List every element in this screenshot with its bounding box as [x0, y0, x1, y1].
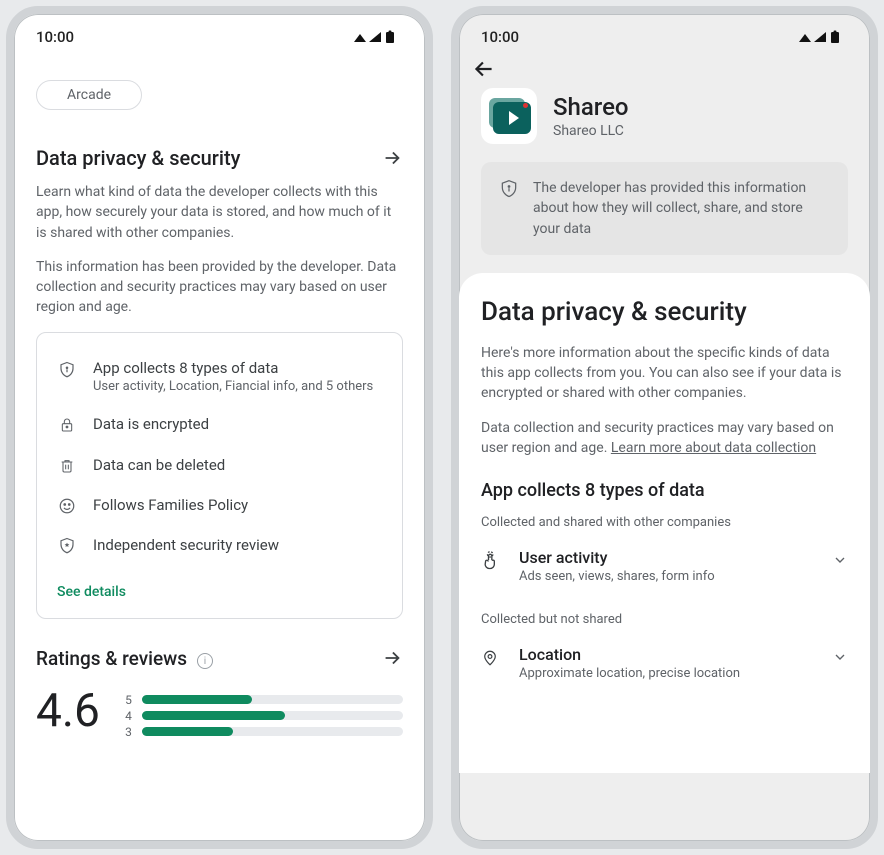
page-content[interactable]: Arcade Data privacy & security Learn wha…: [14, 52, 425, 837]
collects-sub: User activity, Location, Fiancial info, …: [93, 379, 382, 394]
touch-icon: [481, 548, 501, 572]
app-header: Shareo Shareo LLC: [459, 88, 870, 162]
app-developer: Shareo LLC: [553, 123, 629, 139]
status-bar: 10:00: [14, 14, 425, 52]
collects-title: App collects 8 types of data: [93, 359, 382, 377]
notice-text: The developer has provided this informat…: [533, 178, 830, 239]
privacy-card: App collects 8 types of data User activi…: [36, 332, 403, 619]
page-content[interactable]: Shareo Shareo LLC The developer has prov…: [459, 52, 870, 837]
independent-title: Independent security review: [93, 536, 279, 554]
ratings-block: 4.6 5 4 3: [36, 688, 403, 740]
shield-info-icon: [57, 359, 77, 380]
bar-row-3: 3: [124, 724, 403, 740]
privacy-p1: Learn what kind of data the developer co…: [36, 182, 403, 243]
clock: 10:00: [481, 28, 519, 46]
back-button[interactable]: [459, 52, 870, 88]
clock: 10:00: [36, 28, 74, 46]
status-bar: 10:00: [459, 14, 870, 52]
card-row-collects: App collects 8 types of data User activi…: [57, 349, 382, 404]
status-icons: [798, 30, 848, 44]
hint-notshared: Collected but not shared: [481, 612, 848, 627]
location-icon: [481, 645, 501, 669]
avg-rating: 4.6: [36, 688, 100, 734]
reviews-title: Ratings & reviews: [36, 647, 187, 670]
chevron-down-icon: [832, 548, 848, 568]
bar-row-5: 5: [124, 692, 403, 708]
families-title: Follows Families Policy: [93, 496, 248, 514]
privacy-header[interactable]: Data privacy & security: [36, 146, 403, 170]
info-icon[interactable]: i: [197, 653, 213, 669]
data-row-location[interactable]: Location Approximate location, precise l…: [481, 627, 848, 687]
card-row-independent: Independent security review: [57, 525, 382, 566]
arrow-right-icon: [381, 147, 403, 169]
lock-icon: [57, 414, 77, 435]
shield-star-icon: [57, 535, 77, 556]
detail-p1: Here's more information about the specif…: [481, 343, 848, 404]
privacy-title: Data privacy & security: [36, 146, 240, 170]
phone-left: 10:00 Arcade Data privacy & security Lea…: [6, 6, 433, 849]
chevron-down-icon: [832, 645, 848, 665]
rating-bars: 5 4 3: [124, 688, 403, 740]
shield-info-icon: [499, 178, 519, 239]
status-icons: [353, 30, 403, 44]
row-sub: Ads seen, views, shares, form info: [519, 569, 814, 584]
app-name: Shareo: [553, 93, 629, 121]
collects-subhead: App collects 8 types of data: [481, 480, 848, 501]
trash-icon: [57, 455, 77, 476]
detail-card: Data privacy & security Here's more info…: [459, 273, 870, 773]
detail-title: Data privacy & security: [481, 297, 848, 327]
card-row-encrypted: Data is encrypted: [57, 404, 382, 445]
row-sub: Approximate location, precise location: [519, 666, 814, 681]
learn-more-link[interactable]: Learn more about data collection: [611, 440, 816, 456]
card-row-deleted: Data can be deleted: [57, 445, 382, 486]
phone-right: 10:00 Shareo Shareo LLC: [451, 6, 878, 849]
card-row-families: Follows Families Policy: [57, 486, 382, 525]
row-title: Location: [519, 645, 814, 664]
row-title: User activity: [519, 548, 814, 567]
encrypted-title: Data is encrypted: [93, 415, 209, 433]
arcade-chip[interactable]: Arcade: [36, 80, 142, 110]
notice-banner: The developer has provided this informat…: [481, 162, 848, 255]
deleted-title: Data can be deleted: [93, 456, 225, 474]
privacy-p2: This information has been provided by th…: [36, 257, 403, 318]
arrow-right-icon: [381, 647, 403, 669]
reviews-header[interactable]: Ratings & reviews i: [36, 647, 403, 670]
detail-p2: Data collection and security practices m…: [481, 418, 848, 459]
app-icon: [481, 88, 537, 144]
hint-shared: Collected and shared with other companie…: [481, 515, 848, 530]
smile-icon: [57, 496, 77, 515]
see-details-link[interactable]: See details: [57, 584, 126, 600]
bar-row-4: 4: [124, 708, 403, 724]
data-row-user-activity[interactable]: User activity Ads seen, views, shares, f…: [481, 530, 848, 590]
